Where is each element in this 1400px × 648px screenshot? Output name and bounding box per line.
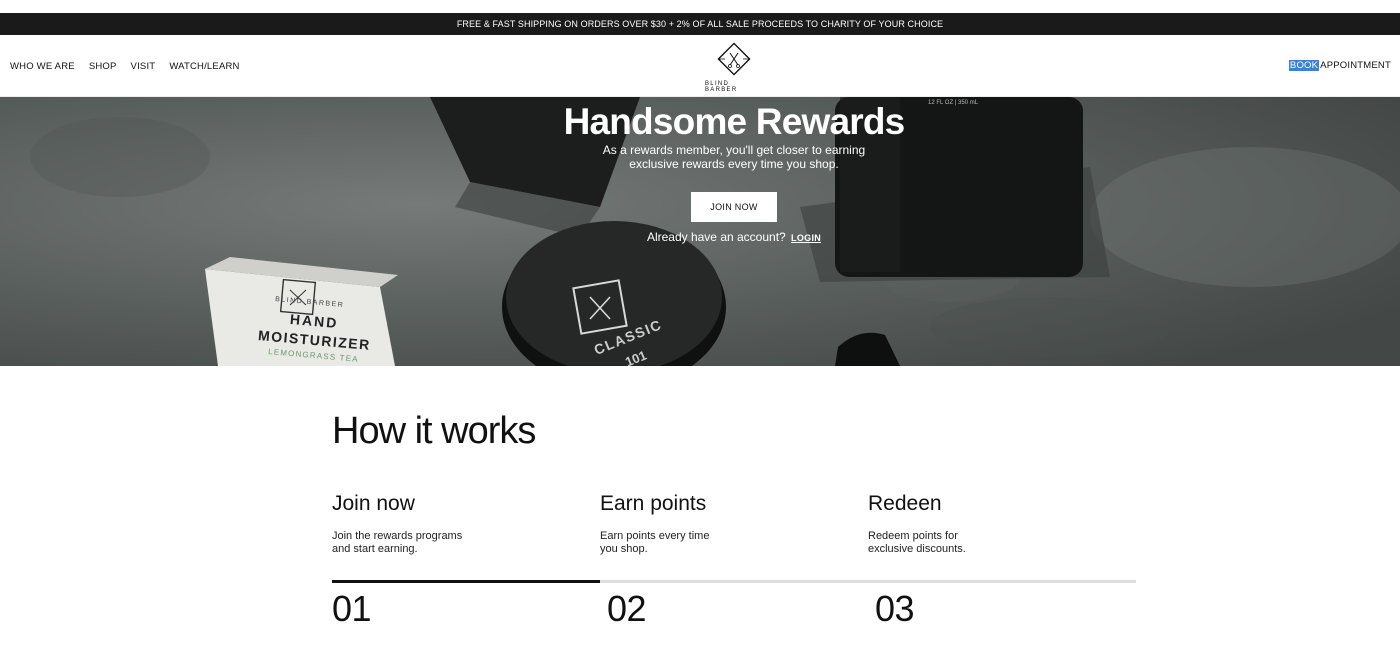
logo-text: BLIND BARBER bbox=[705, 81, 738, 93]
login-prompt-text: Already have an account? bbox=[646, 230, 786, 244]
blind-barber-logo-icon bbox=[717, 42, 751, 76]
appointment-text: APPOINTMENT bbox=[1320, 60, 1391, 71]
hero-title: Handsome Rewards bbox=[563, 101, 906, 142]
step-number-02: 02 bbox=[607, 588, 647, 629]
step-earn-points: Earn points Earn points every time you s… bbox=[600, 492, 860, 556]
steps-progress-bar bbox=[332, 580, 1136, 583]
step-description: Redeem points for exclusive discounts. bbox=[868, 530, 1018, 556]
step-desc-line: you shop. bbox=[600, 543, 648, 555]
step-title: Join now bbox=[332, 492, 415, 515]
nav-who-we-are[interactable]: WHO WE ARE bbox=[10, 61, 75, 72]
site-header: WHO WE ARE SHOP VISIT WATCH/LEARN BLIND … bbox=[0, 35, 1400, 97]
login-prompt-line: Already have an account? LOGIN bbox=[600, 230, 868, 244]
hero-banner: BLIND BARBER HAND MOISTURIZER LEMONGRASS… bbox=[0, 97, 1400, 366]
top-spacer bbox=[0, 0, 1400, 13]
step-desc-line: Redeem points for bbox=[868, 530, 958, 542]
step-title: Redeen bbox=[868, 492, 942, 515]
join-now-button[interactable]: JOIN NOW bbox=[691, 192, 777, 222]
step-number-01: 01 bbox=[332, 588, 372, 629]
hero-subtitle: As a rewards member, you'll get closer t… bbox=[534, 143, 934, 171]
announcement-text: FREE & FAST SHIPPING ON ORDERS OVER $30 … bbox=[456, 19, 944, 29]
step-title: Earn points bbox=[600, 492, 707, 515]
step-description: Join the rewards programs and start earn… bbox=[332, 530, 482, 556]
step-desc-line: Earn points every time bbox=[600, 530, 710, 542]
step-desc-line: and start earning. bbox=[332, 543, 418, 555]
step-redeem: Redeen Redeem points for exclusive disco… bbox=[868, 492, 1128, 556]
book-highlight-text: BOOK bbox=[1288, 60, 1320, 71]
step-desc-line: Join the rewards programs bbox=[332, 530, 463, 542]
nav-visit[interactable]: VISIT bbox=[131, 61, 156, 72]
announcement-bar: FREE & FAST SHIPPING ON ORDERS OVER $30 … bbox=[0, 13, 1400, 35]
login-link[interactable]: LOGIN bbox=[791, 233, 821, 243]
step-desc-line: exclusive discounts. bbox=[868, 543, 966, 555]
site-logo[interactable]: BLIND BARBER bbox=[705, 41, 763, 93]
step-join-now: Join now Join the rewards programs and s… bbox=[332, 492, 592, 556]
hero-subtitle-line2: exclusive rewards every time you shop. bbox=[629, 156, 839, 171]
book-appointment-link[interactable]: BOOK APPOINTMENT bbox=[1288, 60, 1391, 71]
main-nav: WHO WE ARE SHOP VISIT WATCH/LEARN bbox=[10, 61, 240, 72]
step-number-03: 03 bbox=[875, 588, 915, 629]
hero-subtitle-line1: As a rewards member, you'll get closer t… bbox=[602, 143, 866, 157]
how-it-works-heading: How it works bbox=[332, 410, 536, 452]
nav-shop[interactable]: SHOP bbox=[89, 61, 117, 72]
steps-progress-fill bbox=[332, 580, 600, 583]
nav-watch-learn[interactable]: WATCH/LEARN bbox=[169, 61, 239, 72]
step-description: Earn points every time you shop. bbox=[600, 530, 750, 556]
